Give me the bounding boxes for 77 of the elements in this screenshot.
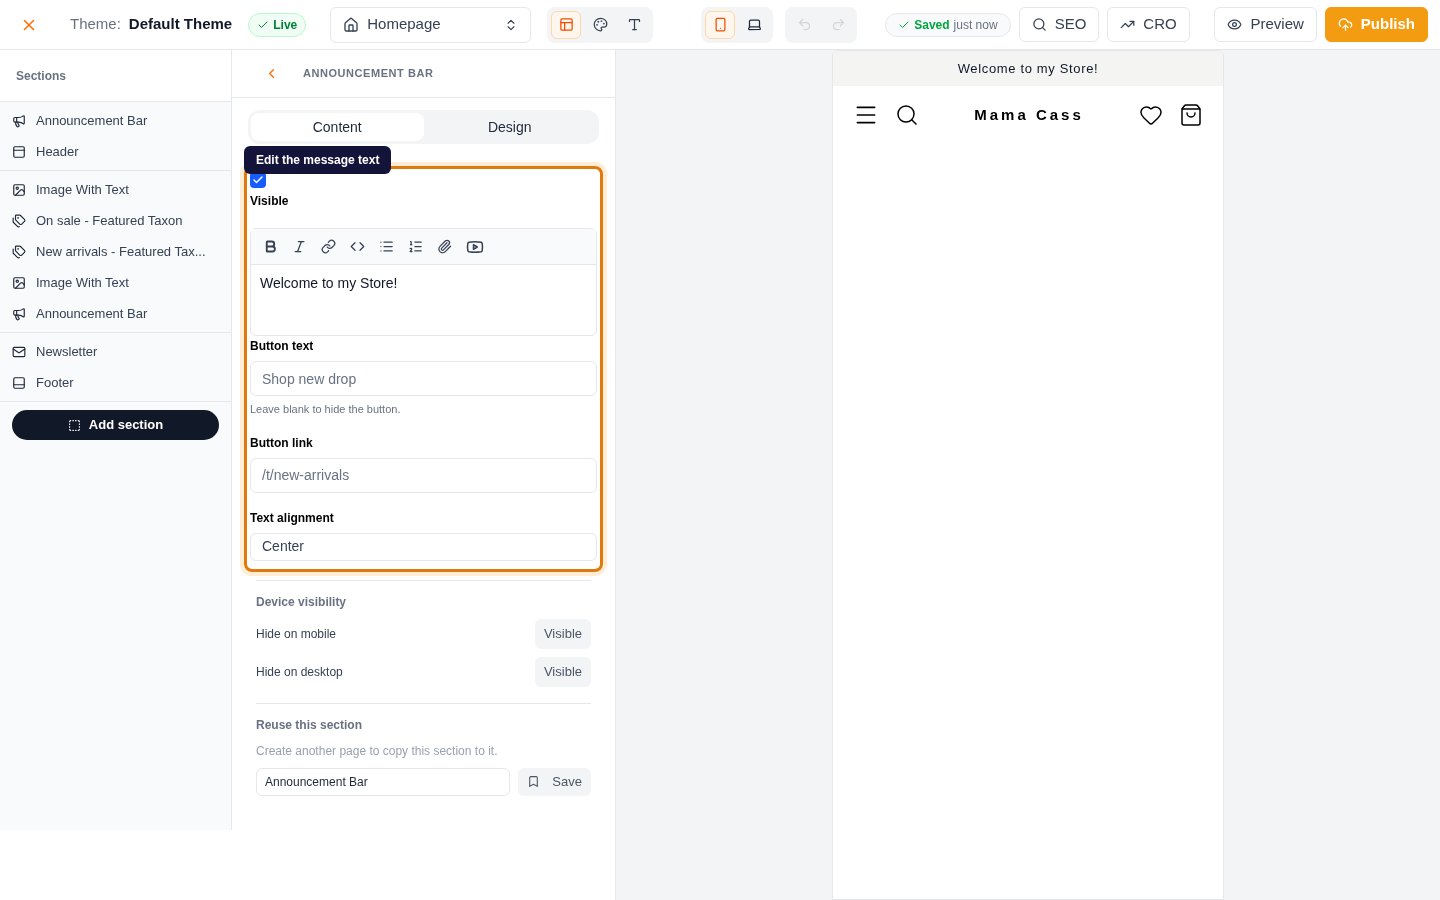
section-item[interactable]: New arrivals - Featured Tax...: [0, 236, 231, 267]
laptop-icon: [746, 17, 762, 32]
megaphone-icon: [12, 306, 26, 321]
paperclip-icon[interactable]: [437, 239, 452, 254]
image-icon: [12, 275, 26, 290]
tab[interactable]: Design: [423, 113, 596, 141]
megaphone-icon: [12, 113, 26, 128]
row-label: Hide on desktop: [256, 663, 343, 681]
section-item[interactable]: On sale - Featured Taxon: [0, 205, 231, 236]
heart-icon[interactable]: [1139, 103, 1163, 127]
tooltip: Edit the message text: [244, 146, 392, 174]
visibility-toggle-button[interactable]: Visible: [534, 618, 591, 649]
house-icon: [343, 16, 360, 33]
cro-button[interactable]: CRO: [1107, 7, 1190, 42]
palette-icon: [592, 17, 608, 32]
message-text: Welcome to my Store!: [259, 274, 399, 293]
section-item[interactable]: Announcement Bar: [0, 105, 231, 136]
cloud-upload-icon: [1337, 17, 1353, 32]
code-icon[interactable]: [350, 239, 365, 254]
announcement-bar: Welcome to my Store!: [833, 51, 1223, 86]
panel-icon: [12, 375, 26, 390]
tags-icon: [12, 213, 26, 228]
visibility-toggle-button[interactable]: Visible: [534, 656, 591, 687]
field-label: Button link: [250, 434, 314, 452]
type-icon: [626, 17, 642, 32]
rich-text-editor[interactable]: Welcome to my Store!: [250, 228, 597, 336]
row-label: Hide on mobile: [256, 625, 337, 643]
theme-name: Default Theme: [128, 14, 233, 35]
panel-icon: [12, 144, 26, 159]
redo-icon: [830, 17, 846, 32]
store-name: Mama Cass: [973, 104, 1085, 125]
section-item[interactable]: Header: [0, 136, 231, 167]
section-item[interactable]: Newsletter: [0, 336, 231, 367]
field-hint: Leave blank to hide the button.: [250, 402, 402, 417]
search-icon: [1031, 17, 1047, 32]
section-item[interactable]: Image With Text: [0, 267, 231, 298]
bold-icon[interactable]: [263, 239, 278, 254]
mail-icon: [12, 344, 26, 359]
bookmark-icon: [527, 775, 541, 788]
section-item[interactable]: Announcement Bar: [0, 298, 231, 329]
section-description: Create another page to copy this section to it.: [256, 742, 499, 760]
section-item[interactable]: Image With Text: [0, 174, 231, 205]
bag-icon[interactable]: [1179, 103, 1203, 127]
dashed-square-icon: [67, 418, 81, 432]
add-section-button[interactable]: Add section: [12, 410, 219, 440]
link-icon[interactable]: [321, 239, 336, 254]
eye-icon: [1227, 17, 1243, 32]
bullet-list-icon[interactable]: [379, 239, 394, 254]
text-field[interactable]: /t/new-arrivals: [250, 457, 597, 493]
seo-button[interactable]: SEO: [1018, 7, 1100, 42]
layout-icon: [558, 17, 574, 32]
section-heading: Reuse this section: [256, 716, 364, 734]
alignment-select[interactable]: Center: [250, 532, 597, 561]
sidebar-title: Sections: [16, 67, 66, 85]
check-icon: [252, 174, 264, 186]
italic-icon[interactable]: [292, 239, 307, 254]
field-label: Button text: [250, 338, 315, 355]
page-select[interactable]: Homepage: [330, 6, 532, 43]
section-item[interactable]: Footer: [0, 367, 231, 398]
image-icon: [12, 182, 26, 197]
search-icon[interactable]: [895, 103, 919, 127]
field-label: Text alignment: [250, 509, 335, 527]
live-badge: Live: [248, 12, 307, 37]
section-name-field[interactable]: Announcement Bar: [256, 767, 511, 796]
panel-title: ANNOUNCEMENT BAR: [303, 66, 434, 82]
save-button[interactable]: Save: [518, 767, 591, 796]
field-label: Visible: [250, 193, 290, 210]
theme-label: Theme:: [70, 14, 121, 35]
smartphone-icon: [712, 17, 728, 32]
tags-icon: [12, 244, 26, 259]
save-status: Saved just now: [885, 12, 1011, 37]
undo-icon: [796, 17, 812, 32]
tab[interactable]: Content: [251, 113, 424, 141]
preview-button[interactable]: Preview: [1214, 7, 1317, 42]
numbered-list-icon[interactable]: [408, 239, 423, 254]
text-field[interactable]: Shop new drop: [250, 361, 597, 396]
section-heading: Device visibility: [256, 593, 348, 611]
